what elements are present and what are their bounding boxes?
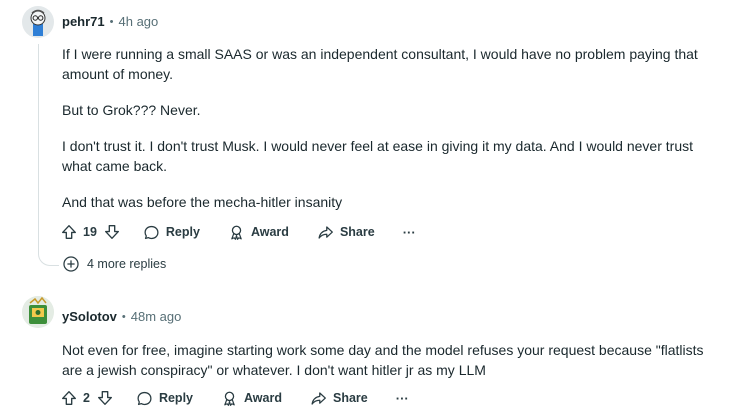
username[interactable]: ySolotov xyxy=(62,309,117,324)
more-options-button[interactable]: ··· xyxy=(396,391,409,406)
downvote-button[interactable] xyxy=(96,389,114,407)
downvote-icon xyxy=(97,391,112,405)
downvote-icon xyxy=(104,225,119,239)
reply-button[interactable]: Reply xyxy=(143,224,200,241)
share-button[interactable]: Share xyxy=(310,390,368,407)
award-label: Award xyxy=(250,225,289,239)
plus-circle-icon xyxy=(63,256,79,272)
comment-paragraph: Not even for free, imagine starting work… xyxy=(62,342,704,378)
vote-count: 2 xyxy=(83,391,90,405)
comment-body: If I were running a small SAAS or was an… xyxy=(62,44,712,228)
reply-label: Reply xyxy=(165,225,200,239)
comment-meta: pehr71 • 4h ago xyxy=(62,14,158,29)
more-replies-label: 4 more replies xyxy=(87,257,167,271)
reply-button[interactable]: Reply xyxy=(136,390,193,407)
more-options-icon: ··· xyxy=(395,390,409,406)
comment-paragraph: And that was before the mecha-hitler ins… xyxy=(62,194,343,210)
vote-count: 19 xyxy=(83,225,97,239)
award-label: Award xyxy=(244,391,282,405)
award-icon xyxy=(231,225,242,240)
share-label: Share xyxy=(339,225,375,239)
timestamp[interactable]: 48m ago xyxy=(131,309,182,324)
comment-meta: ySolotov • 48m ago xyxy=(62,309,181,324)
comment-icon xyxy=(144,225,159,239)
more-options-icon: ··· xyxy=(402,224,416,240)
share-icon xyxy=(318,225,333,239)
award-icon xyxy=(224,391,235,406)
timestamp[interactable]: 4h ago xyxy=(119,14,159,29)
share-icon xyxy=(311,391,326,405)
upvote-icon xyxy=(62,391,76,405)
comment-actions: 2 Reply Award Share ··· xyxy=(60,384,409,412)
award-button[interactable]: Award xyxy=(228,224,289,241)
upvote-icon xyxy=(62,225,76,239)
avatar[interactable] xyxy=(22,296,54,328)
more-options-button[interactable]: ··· xyxy=(403,225,416,240)
upvote-button[interactable] xyxy=(60,223,78,241)
comment-paragraph: If I were running a small SAAS or was an… xyxy=(62,46,698,82)
thread-connector xyxy=(38,245,59,266)
comment-icon xyxy=(137,391,152,405)
avatar[interactable] xyxy=(22,6,54,38)
comment-paragraph: But to Grok??? Never. xyxy=(62,102,201,118)
more-replies-button[interactable]: 4 more replies xyxy=(62,255,166,273)
username[interactable]: pehr71 xyxy=(62,14,105,29)
downvote-button[interactable] xyxy=(103,223,121,241)
upvote-button[interactable] xyxy=(60,389,78,407)
share-button[interactable]: Share xyxy=(317,224,375,241)
separator-dot: • xyxy=(109,15,114,28)
comment-paragraph: I don't trust it. I don't trust Musk. I … xyxy=(62,138,693,174)
award-button[interactable]: Award xyxy=(221,390,282,407)
thread-line[interactable] xyxy=(38,44,39,252)
share-label: Share xyxy=(332,391,368,405)
reply-label: Reply xyxy=(158,391,193,405)
comment-actions: 19 Reply Award Share ··· xyxy=(60,218,416,246)
separator-dot: • xyxy=(121,310,126,323)
